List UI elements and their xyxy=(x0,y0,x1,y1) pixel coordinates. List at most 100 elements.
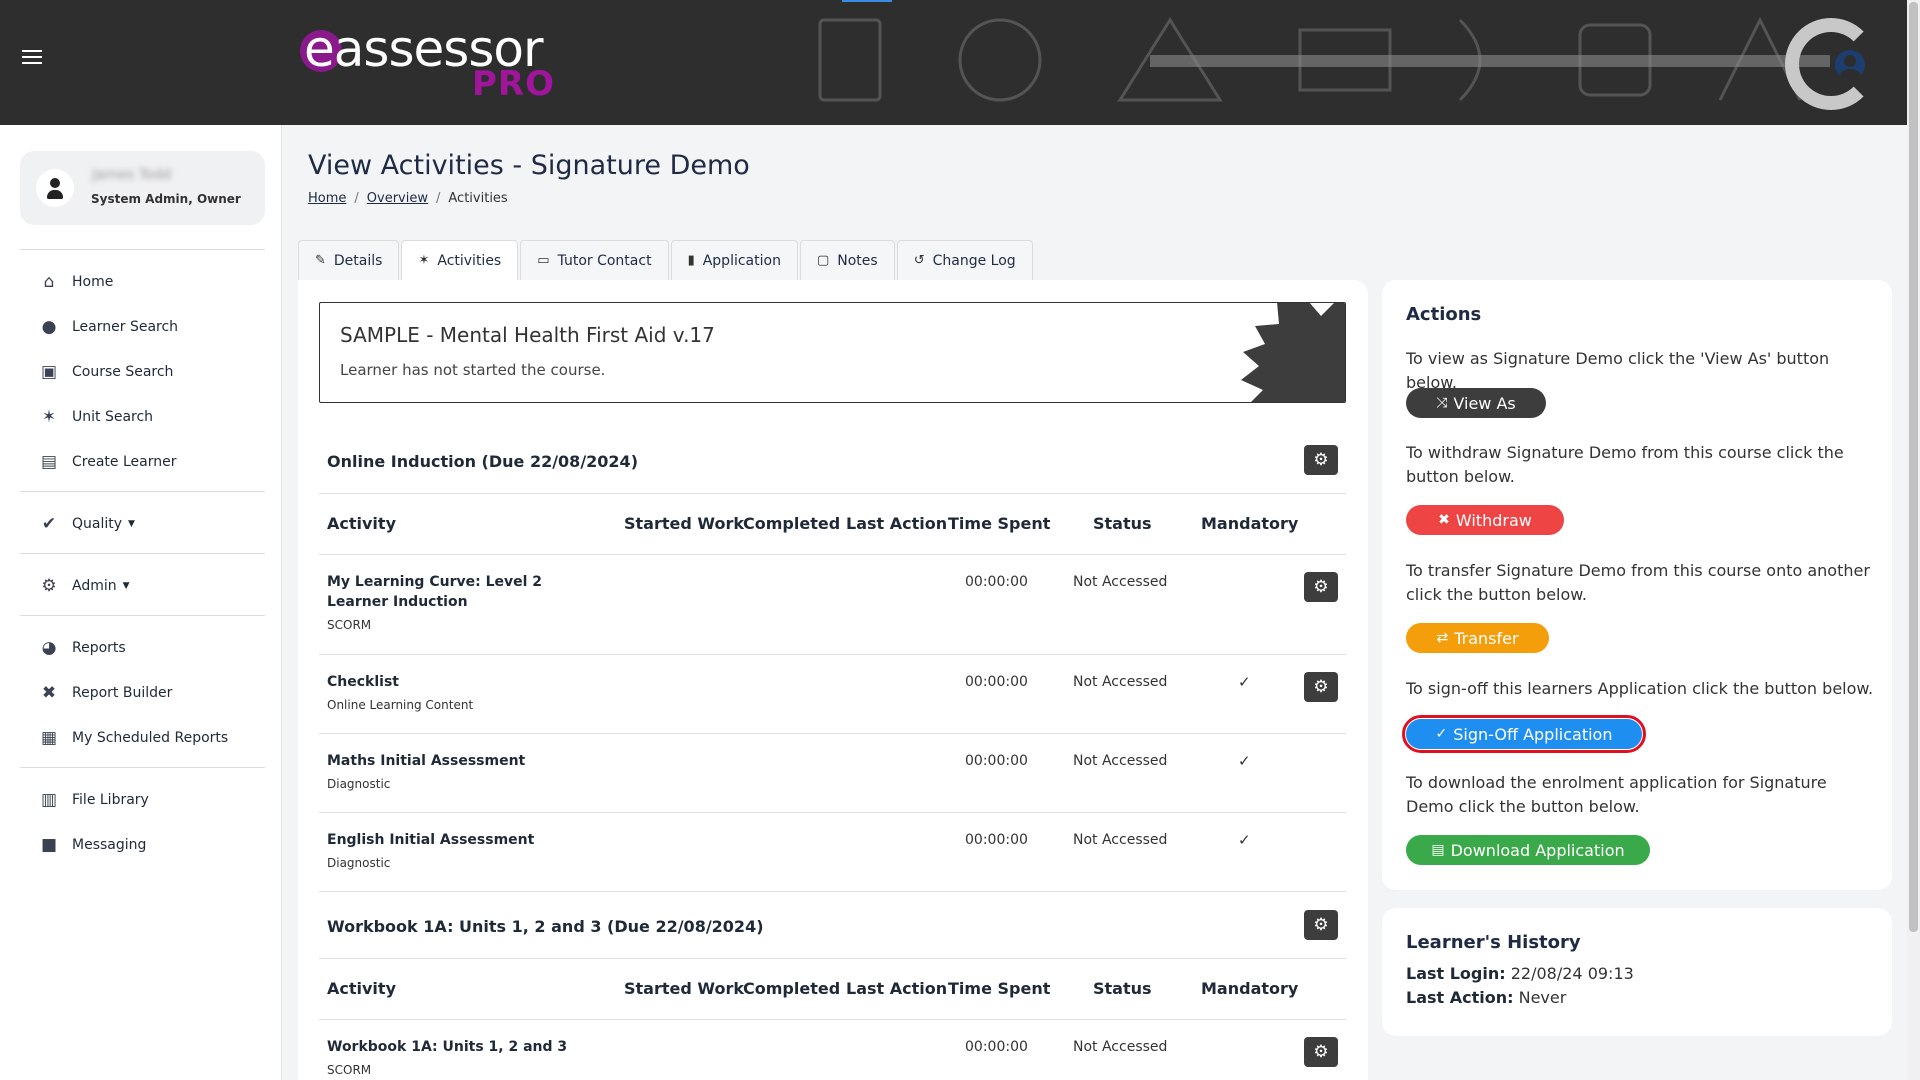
column-header-status: Status xyxy=(1093,979,1152,998)
history-icon: ↺ xyxy=(913,253,925,268)
signoff-text: To sign-off this learners Application cl… xyxy=(1406,679,1874,698)
tab-details[interactable]: ✎ Details xyxy=(298,240,400,280)
page-title: View Activities - Signature Demo xyxy=(308,150,750,181)
column-header-mandatory: Mandatory xyxy=(1201,979,1299,998)
calendar-icon: ▦ xyxy=(40,728,58,748)
sidebar-item-scheduled-reports[interactable]: ▦ My Scheduled Reports xyxy=(38,726,228,750)
course-summary: SAMPLE - Mental Health First Aid v.17 Le… xyxy=(319,302,1346,403)
logo-pro: PRO xyxy=(472,64,556,104)
pie-chart-icon: ◕ xyxy=(41,638,57,658)
activity-name[interactable]: English Initial Assessment xyxy=(327,830,597,850)
activity-settings-button[interactable]: ⚙ xyxy=(1304,1037,1338,1067)
activity-name[interactable]: My Learning Curve: Level 2 Learner Induc… xyxy=(327,572,597,612)
sidebar-item-course-search[interactable]: ▣ Course Search xyxy=(38,360,173,384)
check-icon: ✓ xyxy=(1435,726,1448,742)
user-card[interactable]: James Todd System Admin, Owner xyxy=(20,151,265,225)
tab-tutor-contact[interactable]: ▭ Tutor Contact xyxy=(520,240,669,280)
page-scrollbar[interactable] xyxy=(1907,0,1920,1080)
gear-icon: ⚙ xyxy=(1313,915,1329,935)
time-spent: 00:00:00 xyxy=(965,832,1028,848)
sidebar-item-learner-search[interactable]: ● Learner Search xyxy=(38,315,178,339)
status: Not Accessed xyxy=(1073,574,1168,590)
shuffle-icon: ⤨ xyxy=(1436,395,1448,411)
gears-icon: ⚙ xyxy=(41,576,57,596)
column-header-last-action: Last Action xyxy=(846,979,948,998)
activities-panel: SAMPLE - Mental Health First Aid v.17 Le… xyxy=(298,280,1368,1080)
status: Not Accessed xyxy=(1073,832,1168,848)
time-spent: 00:00:00 xyxy=(965,753,1028,769)
sidebar-item-admin[interactable]: ⚙ Admin ▼ xyxy=(38,574,130,598)
last-action: Last Action: Never xyxy=(1406,988,1567,1007)
sidebar-item-quality[interactable]: ✔ Quality ▼ xyxy=(38,512,135,536)
activity-name[interactable]: Maths Initial Assessment xyxy=(327,751,597,771)
chalkboard-icon: ▭ xyxy=(537,253,550,268)
course-title: SAMPLE - Mental Health First Aid v.17 xyxy=(340,323,715,347)
activity-type: Diagnostic xyxy=(327,777,391,791)
divider xyxy=(20,249,265,250)
section-settings-button[interactable]: ⚙ xyxy=(1304,910,1338,940)
sidebar-item-create-learner[interactable]: ▤ Create Learner xyxy=(38,450,177,474)
transfer-text: To transfer Signature Demo from this cou… xyxy=(1406,561,1870,604)
tab-notes[interactable]: ▢ Notes xyxy=(799,240,895,280)
activity-name[interactable]: Workbook 1A: Units 1, 2 and 3 xyxy=(327,1037,597,1057)
menu-toggle-icon[interactable] xyxy=(22,50,42,66)
column-header-last-action: Last Action xyxy=(846,514,948,533)
column-header-activity: Activity xyxy=(327,979,396,998)
column-header-started: Started Work xyxy=(624,514,744,533)
eassessor-logo[interactable]: eassessor PRO xyxy=(300,20,560,105)
caret-down-icon: ▼ xyxy=(122,581,130,591)
download-text: To download the enrolment application fo… xyxy=(1406,773,1827,816)
scrollbar-thumb[interactable] xyxy=(1909,2,1918,932)
sidebar-item-report-builder[interactable]: ✖ Report Builder xyxy=(38,681,173,705)
sidebar-item-home[interactable]: ⌂ Home xyxy=(38,270,114,294)
column-header-completed: Completed xyxy=(743,979,841,998)
tab-application[interactable]: ▮ Application xyxy=(670,240,798,280)
time-spent: 00:00:00 xyxy=(965,674,1028,690)
breadcrumb: Home / Overview / Activities xyxy=(308,191,508,206)
tab-bar: ✎ Details ✶ Activities ▭ Tutor Contact ▮ App… xyxy=(298,240,1035,280)
header-stripe xyxy=(1150,55,1830,67)
mandatory-check-icon: ✓ xyxy=(1238,752,1251,770)
activity-settings-button[interactable]: ⚙ xyxy=(1304,672,1338,702)
status: Not Accessed xyxy=(1073,1039,1168,1055)
tab-change-log[interactable]: ↺ Change Log xyxy=(896,240,1033,280)
pencil-icon: ✎ xyxy=(315,253,326,268)
user-xmark-icon: ✖ xyxy=(1438,512,1450,528)
transfer-button[interactable]: ⇄ Transfer xyxy=(1406,623,1549,653)
signoff-application-button[interactable]: ✓ Sign-Off Application xyxy=(1406,719,1642,749)
note-icon: ▢ xyxy=(816,253,830,268)
activity-settings-button[interactable]: ⚙ xyxy=(1304,572,1338,602)
arrows-exchange-icon: ⇄ xyxy=(1436,630,1449,646)
mandatory-check-icon: ✓ xyxy=(1238,673,1251,691)
breadcrumb-home[interactable]: Home xyxy=(308,191,346,206)
file-icon: ▮ xyxy=(687,253,695,268)
tab-activities[interactable]: ✶ Activities xyxy=(401,240,519,280)
divider xyxy=(20,615,265,616)
activity-name[interactable]: Checklist xyxy=(327,672,597,692)
message-icon: ■ xyxy=(40,835,58,855)
gear-icon: ⚙ xyxy=(1313,677,1329,697)
section-title: Online Induction (Due 22/08/2024) xyxy=(327,452,638,471)
activity-type: SCORM xyxy=(327,618,372,632)
column-header-completed: Completed xyxy=(743,514,841,533)
status-badge-icon xyxy=(1241,303,1345,402)
user-circle-icon: ● xyxy=(41,317,57,337)
time-spent: 00:00:00 xyxy=(965,1039,1028,1055)
status: Not Accessed xyxy=(1073,674,1168,690)
sidebar-item-reports[interactable]: ◕ Reports xyxy=(38,636,126,660)
person-running-icon: ✶ xyxy=(41,407,57,427)
sidebar-item-unit-search[interactable]: ✶ Unit Search xyxy=(38,405,153,429)
view-as-button[interactable]: ⤨ View As xyxy=(1406,388,1546,418)
section-settings-button[interactable]: ⚙ xyxy=(1304,445,1338,475)
download-application-button[interactable]: ▤ Download Application xyxy=(1406,835,1650,865)
column-header-mandatory: Mandatory xyxy=(1201,514,1299,533)
breadcrumb-overview[interactable]: Overview xyxy=(367,191,428,206)
withdraw-button[interactable]: ✖ Withdraw xyxy=(1406,505,1564,535)
learner-history-card: Learner's History Last Login: 22/08/24 0… xyxy=(1382,908,1892,1036)
sidebar-item-messaging[interactable]: ■ Messaging xyxy=(38,833,146,857)
app-header: eassessor PRO xyxy=(0,0,1907,125)
divider xyxy=(20,553,265,554)
divider xyxy=(20,491,265,492)
sidebar-item-file-library[interactable]: ▥ File Library xyxy=(38,788,149,812)
user-avatar-icon[interactable] xyxy=(1835,50,1865,80)
